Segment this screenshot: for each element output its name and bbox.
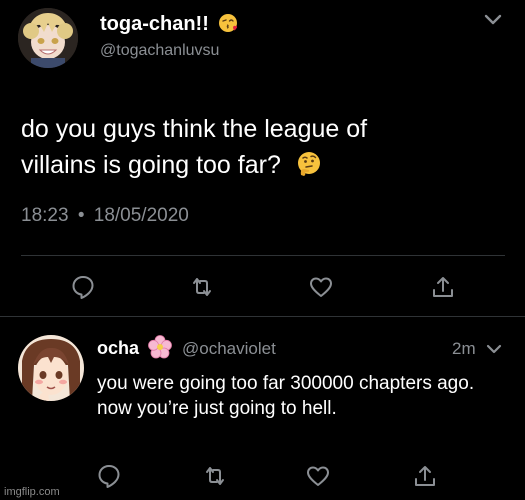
avatar-illustration bbox=[18, 335, 84, 401]
avatar-illustration bbox=[18, 8, 78, 68]
section-divider bbox=[0, 316, 525, 317]
reply-display-name[interactable]: ocha bbox=[97, 338, 139, 359]
share-icon[interactable] bbox=[412, 463, 438, 489]
reply-icon[interactable] bbox=[96, 463, 122, 489]
main-tweet-text-line1: do you guys think the league of bbox=[21, 115, 368, 143]
reply-icon[interactable] bbox=[70, 274, 96, 300]
reply-avatar[interactable] bbox=[18, 335, 84, 401]
thinking-face-emoji-icon bbox=[296, 151, 322, 177]
watermark: imgflip.com bbox=[4, 486, 60, 498]
main-handle[interactable]: @togachanluvsu bbox=[100, 42, 219, 60]
main-date: 18/05/2020 bbox=[93, 205, 189, 226]
main-display-name[interactable]: toga-chan!! bbox=[100, 13, 238, 36]
reply-tweet-text: you were going too far 300000 chapters a… bbox=[97, 373, 475, 419]
chevron-down-icon[interactable] bbox=[482, 10, 504, 30]
like-icon[interactable] bbox=[305, 463, 331, 489]
retweet-icon[interactable] bbox=[189, 274, 215, 300]
main-avatar[interactable] bbox=[18, 8, 78, 68]
meta-separator: • bbox=[77, 205, 85, 226]
reply-handle[interactable]: @ochaviolet bbox=[182, 339, 276, 359]
kissing-face-emoji-icon bbox=[218, 13, 238, 33]
divider bbox=[21, 255, 505, 256]
reply-timestamp[interactable]: 2m bbox=[452, 339, 476, 359]
share-icon[interactable] bbox=[430, 274, 456, 300]
like-icon[interactable] bbox=[308, 274, 334, 300]
main-time: 18:23 bbox=[21, 205, 69, 226]
main-timestamp[interactable]: 18:23 • 18/05/2020 bbox=[21, 205, 189, 227]
chevron-down-icon[interactable] bbox=[484, 340, 504, 358]
cherry-blossom-emoji-icon bbox=[147, 334, 173, 360]
retweet-icon[interactable] bbox=[202, 463, 228, 489]
main-tweet-text-line2-wrap: villains is going too far? bbox=[21, 147, 481, 183]
main-display-name-text: toga-chan!! bbox=[100, 13, 209, 35]
main-tweet-text-line2: villains is going too far? bbox=[21, 151, 281, 179]
main-tweet-text: do you guys think the league of villains… bbox=[21, 111, 481, 183]
